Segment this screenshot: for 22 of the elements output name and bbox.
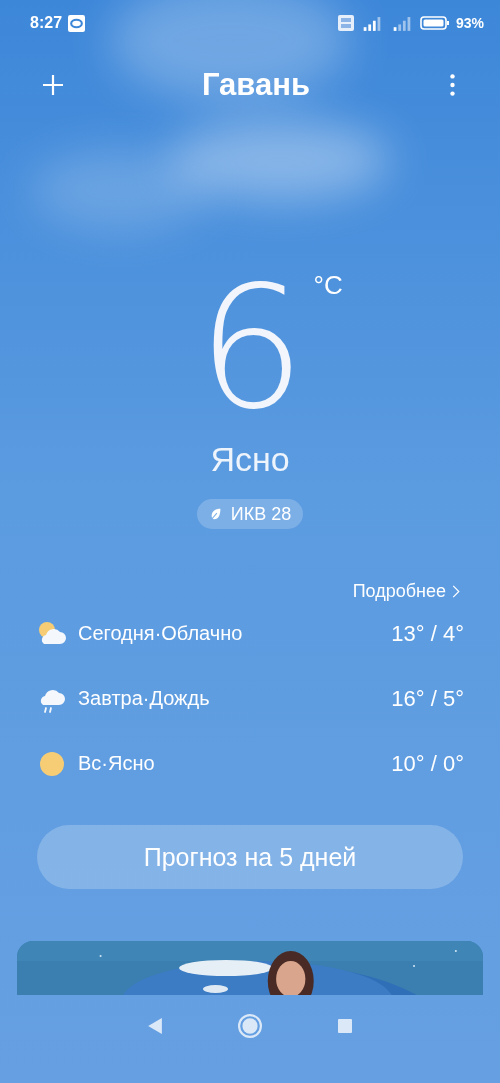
home-icon: [238, 1013, 262, 1038]
forecast-temperature: 16° / 5°: [391, 685, 464, 712]
battery-percent: 93%: [455, 15, 484, 31]
condition-text: Ясно: [209, 440, 291, 479]
menu-icon: [450, 74, 456, 96]
air-quality-badge[interactable]: ИКВ 28: [196, 499, 304, 529]
forecast-day-label: Сегодня·Облачно: [78, 622, 244, 645]
battery-icon: [419, 15, 450, 31]
temperature-value: 6: [197, 278, 306, 418]
add-icon: [41, 73, 65, 97]
clock-time: 8:27: [30, 14, 63, 32]
temperature-unit: °C: [313, 270, 343, 302]
five-day-forecast-button[interactable]: Прогноз на 5 дней: [37, 825, 463, 889]
forecast-day-label: Вс·Ясно: [78, 752, 156, 775]
leaf-icon: [208, 507, 223, 521]
forecast-temperature: 13° / 4°: [391, 620, 464, 647]
forecast-temperature: 10° / 0°: [391, 750, 464, 777]
chevron-right-icon: [452, 585, 460, 598]
city-title: Гавань: [201, 67, 311, 103]
forecast-day-label: Завтра·Дождь: [78, 687, 211, 710]
back-icon: [148, 1017, 162, 1034]
details-link[interactable]: Подробнее: [352, 581, 460, 602]
